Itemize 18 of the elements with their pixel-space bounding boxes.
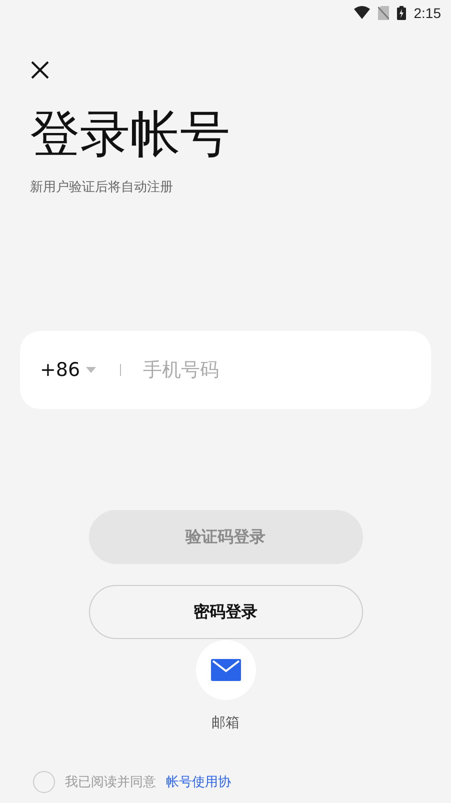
phone-input[interactable]: 手机号码 xyxy=(141,358,411,382)
agreement-link[interactable]: 帐号使用协 xyxy=(166,773,231,791)
country-code-dropdown[interactable]: +86 xyxy=(40,359,96,381)
page-title: 登录帐号 xyxy=(30,104,231,164)
agreement-text: 我已阅读并同意 xyxy=(65,774,156,791)
caret-icon xyxy=(86,367,96,373)
email-label: 邮箱 xyxy=(212,714,240,732)
close-button[interactable] xyxy=(30,60,50,80)
agree-checkbox[interactable] xyxy=(33,771,55,793)
close-icon xyxy=(30,60,50,80)
no-sim-icon xyxy=(378,6,389,20)
password-login-button[interactable]: 密码登录 xyxy=(88,585,362,639)
phone-field[interactable]: +86 手机号码 xyxy=(20,331,431,409)
wifi-icon xyxy=(354,6,370,19)
status-time: 2:15 xyxy=(414,4,441,20)
battery-icon xyxy=(396,6,406,20)
mail-icon xyxy=(210,659,240,681)
subtitle: 新用户验证后将自动注册 xyxy=(30,179,173,196)
